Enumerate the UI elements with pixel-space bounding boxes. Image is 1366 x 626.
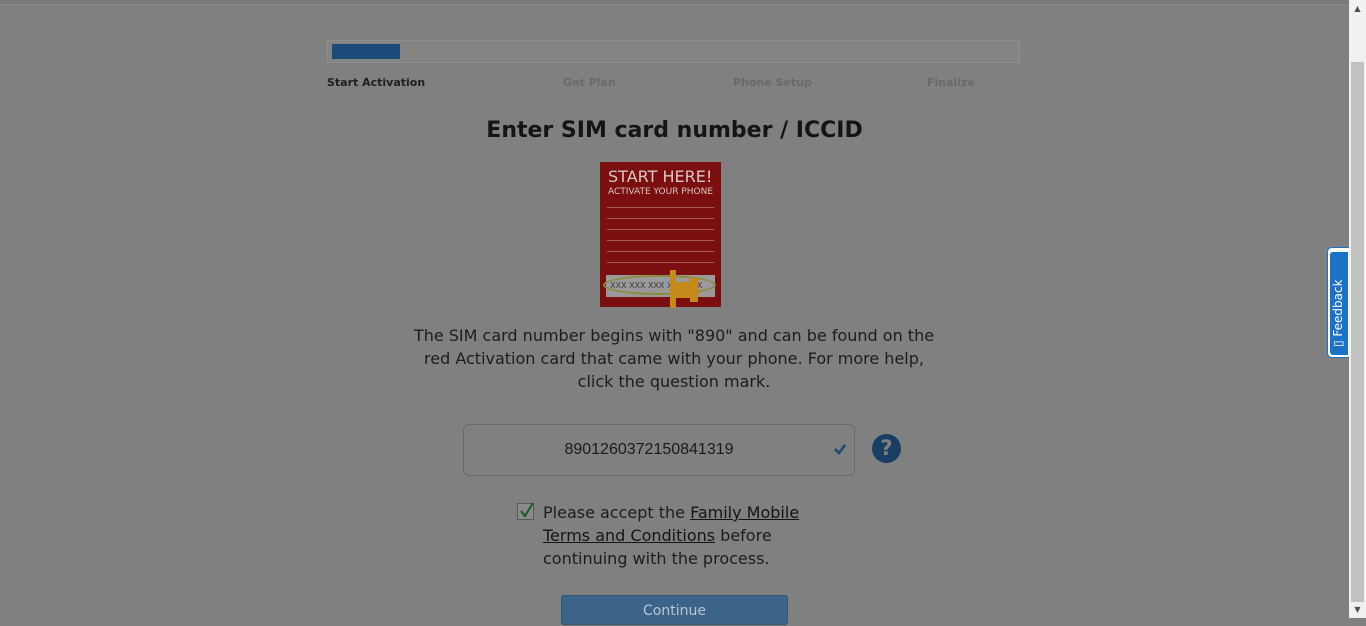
- progress-bar-fill: [332, 44, 400, 59]
- top-divider: [0, 0, 1349, 5]
- terms-checkbox[interactable]: [517, 502, 534, 520]
- step-start-activation: Start Activation: [327, 76, 426, 89]
- checkbox-check-icon: [520, 502, 534, 518]
- scrollbar-thumb[interactable]: [1351, 62, 1364, 602]
- feedback-icon: ▯: [1331, 336, 1345, 347]
- step-get-plan: Get Plan: [563, 76, 616, 89]
- feedback-label: ▯ Feedback: [1331, 279, 1345, 347]
- sim-card-illustration: START HERE! ACTIVATE YOUR PHONE XXX XXX …: [600, 162, 721, 307]
- step-finalize: Finalize: [927, 76, 975, 89]
- pointer-hand-icon: [670, 270, 698, 308]
- scroll-up-arrow-icon[interactable]: ▲: [1349, 0, 1366, 17]
- help-icon[interactable]: ?: [872, 434, 901, 463]
- feedback-tab[interactable]: ▯ Feedback: [1327, 247, 1349, 358]
- progress-bar: [327, 40, 1020, 63]
- sim-card-lines: [607, 207, 714, 273]
- activation-page: Start Activation Get Plan Phone Setup Fi…: [0, 0, 1349, 625]
- step-phone-setup: Phone Setup: [733, 76, 812, 89]
- feedback-tab-inner: ▯ Feedback: [1330, 252, 1348, 355]
- vertical-scrollbar[interactable]: ▲ ▼: [1349, 0, 1366, 618]
- check-icon: [834, 444, 846, 455]
- instruction-text: The SIM card number begins with "890" an…: [413, 326, 935, 391]
- sim-card-headline: START HERE!: [608, 167, 713, 186]
- terms-text: Please accept the Family Mobile Terms an…: [543, 501, 843, 570]
- sim-card-subline: ACTIVATE YOUR PHONE: [608, 187, 714, 197]
- terms-prefix: Please accept the: [543, 503, 691, 522]
- page-title: Enter SIM card number / ICCID: [486, 118, 863, 143]
- feedback-text: Feedback: [1331, 279, 1345, 337]
- scroll-down-arrow-icon[interactable]: ▼: [1349, 601, 1366, 618]
- sim-number-input[interactable]: [463, 424, 855, 476]
- continue-button[interactable]: Continue: [561, 595, 788, 625]
